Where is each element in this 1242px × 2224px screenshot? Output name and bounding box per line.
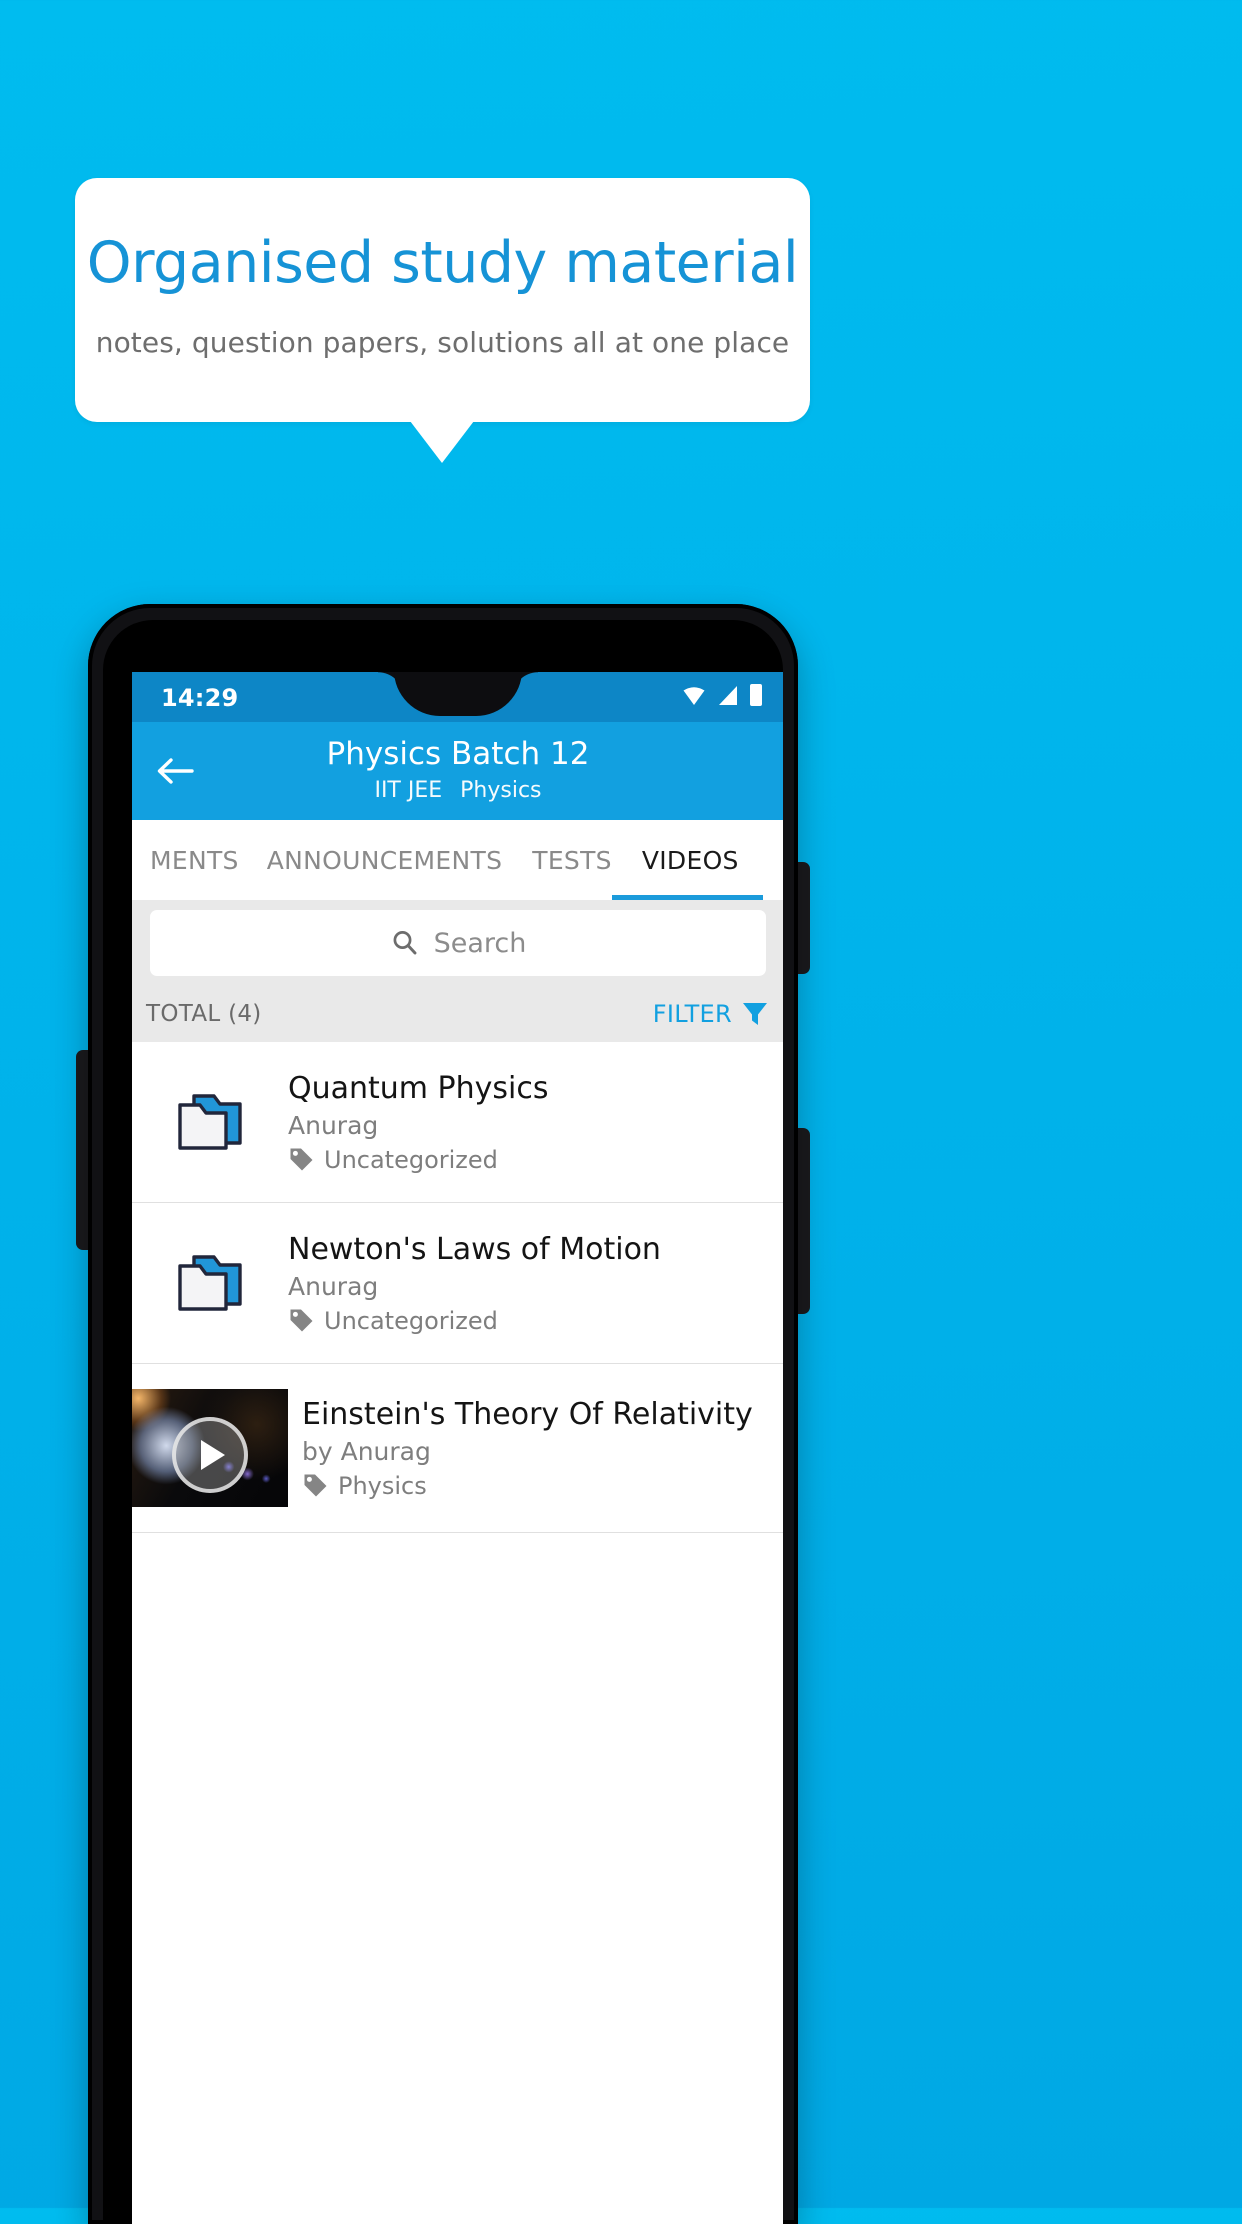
list-item-tag: Uncategorized: [288, 1146, 770, 1174]
phone-bezel: 14:29 Physics Batch 12 IIT JEE Physics M…: [103, 620, 783, 2224]
list-item-text: Newton's Laws of Motion Anurag Uncategor…: [288, 1232, 783, 1335]
list-item-tag-label: Uncategorized: [324, 1145, 498, 1174]
play-icon[interactable]: [172, 1417, 248, 1494]
tag-icon: [290, 1148, 313, 1171]
folder-icon: [178, 1094, 242, 1150]
search-input[interactable]: Search: [150, 910, 766, 976]
filter-icon: [743, 1003, 767, 1025]
search-area: Search: [132, 900, 783, 986]
status-clock: 14:29: [161, 684, 239, 712]
status-icons: [682, 684, 762, 706]
subtitle-exam: IIT JEE: [374, 778, 443, 803]
promo-title: Organised study material: [86, 230, 799, 296]
filter-label: FILTER: [652, 1000, 732, 1028]
search-placeholder: Search: [433, 927, 527, 959]
tab-videos[interactable]: VIDEOS: [611, 820, 763, 900]
wifi-icon: [683, 686, 705, 705]
list-item-tag: Physics: [302, 1472, 770, 1500]
tab-bar: MENTS ANNOUNCEMENTS TESTS VIDEOS: [132, 820, 783, 901]
phone-frame: 14:29 Physics Batch 12 IIT JEE Physics M…: [88, 604, 798, 2224]
tab-announcements[interactable]: ANNOUNCEMENTS: [239, 820, 503, 900]
status-bar: 14:29: [132, 672, 783, 722]
phone-power-button: [796, 862, 810, 974]
filter-button[interactable]: FILTER: [653, 999, 770, 1029]
video-list: Quantum Physics Anurag Uncategorized New…: [132, 1042, 783, 2224]
search-icon: [393, 931, 417, 955]
play-triangle: [201, 1440, 225, 1471]
list-item-tag: Uncategorized: [288, 1307, 770, 1335]
battery-icon: [750, 684, 762, 706]
folder-icon: [178, 1255, 242, 1311]
tab-assignments[interactable]: MENTS: [132, 820, 239, 900]
video-thumbnail[interactable]: [132, 1389, 288, 1507]
list-item-author: Anurag: [288, 1271, 379, 1301]
list-item-text: Quantum Physics Anurag Uncategorized: [288, 1071, 783, 1174]
list-item-tag-label: Physics: [338, 1471, 427, 1500]
list-item-tag-label: Uncategorized: [324, 1306, 498, 1335]
tag-icon: [290, 1309, 313, 1332]
phone-volume-button: [796, 1128, 810, 1314]
list-item-title: Newton's Laws of Motion: [288, 1231, 661, 1267]
promo-subtitle: notes, question papers, solutions all at…: [95, 326, 790, 359]
signal-icon: [719, 685, 737, 705]
list-summary-bar: TOTAL (4) FILTER: [132, 986, 783, 1042]
list-item[interactable]: Einstein's Theory Of Relativity by Anura…: [132, 1364, 783, 1533]
total-count-label: TOTAL (4): [146, 1001, 262, 1027]
list-item-author: Anurag: [288, 1110, 379, 1140]
list-item-title: Einstein's Theory Of Relativity: [302, 1396, 753, 1432]
promo-card-tail: [410, 421, 474, 463]
list-item-author: by Anurag: [302, 1436, 431, 1466]
phone-screen: 14:29 Physics Batch 12 IIT JEE Physics M…: [132, 672, 783, 2224]
list-item[interactable]: Newton's Laws of Motion Anurag Uncategor…: [132, 1203, 783, 1364]
list-item-title: Quantum Physics: [288, 1070, 549, 1106]
tag-icon: [304, 1474, 327, 1497]
page-title: Physics Batch 12: [326, 736, 590, 772]
subtitle-subject: Physics: [460, 778, 542, 803]
page-subtitle: IIT JEE Physics: [132, 778, 783, 803]
tab-tests[interactable]: TESTS: [502, 820, 612, 900]
list-item-text: Einstein's Theory Of Relativity by Anura…: [288, 1364, 783, 1532]
promo-card: Organised study material notes, question…: [75, 178, 810, 422]
list-item-icon: [132, 1250, 288, 1316]
list-item[interactable]: Quantum Physics Anurag Uncategorized: [132, 1042, 783, 1203]
app-bar: Physics Batch 12 IIT JEE Physics: [132, 722, 783, 820]
list-item-icon: [132, 1089, 288, 1155]
